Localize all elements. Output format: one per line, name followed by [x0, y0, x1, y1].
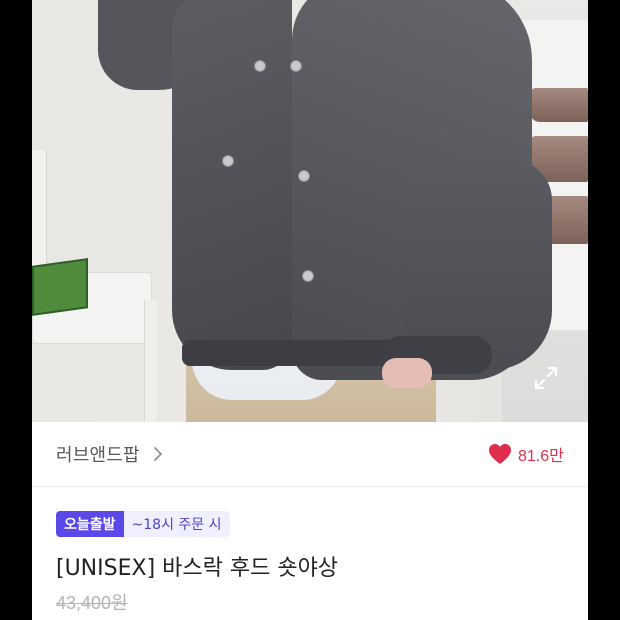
like-button[interactable]: 81.6만 [488, 442, 564, 466]
chevron-right-icon [154, 447, 162, 461]
original-price: 43,400원 [56, 593, 128, 613]
jacket-panel [172, 0, 292, 370]
delivery-badge: 오늘출발 ~18시 주문 시 [56, 511, 230, 537]
brand-name: 러브앤드팝 [56, 445, 140, 466]
book [32, 258, 88, 316]
chair [144, 300, 157, 422]
product-screen: 러브앤드팝 81.6만 오늘출발 ~18시 주문 시 [UNISEX] 바스락 … [32, 0, 588, 620]
shelf-item [530, 88, 588, 122]
snap-button [254, 60, 266, 72]
product-image[interactable] [32, 0, 588, 422]
brand-row: 러브앤드팝 81.6만 [32, 422, 588, 487]
snap-button [302, 270, 314, 282]
snap-button [290, 60, 302, 72]
expand-icon[interactable] [532, 364, 560, 392]
hand [382, 358, 432, 388]
product-title: [UNISEX] 바스락 후드 숏야상 [56, 556, 339, 581]
snap-button [222, 155, 234, 167]
chair [32, 150, 47, 270]
snap-button [298, 170, 310, 182]
brand-link[interactable]: 러브앤드팝 [56, 442, 166, 466]
jacket-hem [182, 340, 402, 366]
like-count: 81.6만 [518, 448, 564, 465]
order-cutoff-badge: ~18시 주문 시 [123, 511, 230, 537]
heart-icon [489, 444, 511, 464]
today-shipping-badge: 오늘출발 [56, 511, 124, 537]
